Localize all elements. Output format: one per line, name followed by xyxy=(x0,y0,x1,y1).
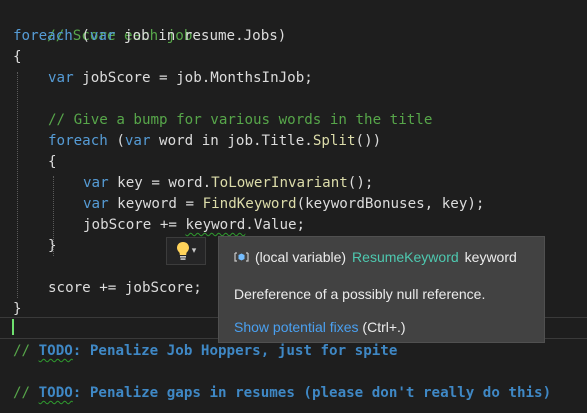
code-text: job in resume.Jobs) xyxy=(115,28,287,44)
code-text: score += jobScore; xyxy=(48,280,202,296)
code-line[interactable]: foreach (var word in job.Title.Split()) xyxy=(48,131,381,152)
symbol-info: (local variable) ResumeKeyword keyword xyxy=(234,249,517,265)
code-text: jobScore += xyxy=(83,217,186,233)
symbol-kind: (local variable) xyxy=(255,249,347,265)
symbol-name: keyword xyxy=(464,249,517,265)
diagnostic-message: Dereference of a possibly null reference… xyxy=(234,286,486,302)
todo-text: : Penalize Job Hoppers, just for spite xyxy=(72,343,398,359)
code-line[interactable]: jobScore += keyword.Value; xyxy=(83,215,305,236)
code-text: jobScore = job. xyxy=(73,70,211,86)
property-name: MonthsInJob xyxy=(210,70,305,86)
close-brace: } xyxy=(48,238,57,254)
punctuation: ()) xyxy=(355,133,382,149)
fix-shortcut: (Ctrl+.) xyxy=(362,319,406,335)
code-editor[interactable]: // Score each job foreach (var job in re… xyxy=(0,0,587,413)
code-line[interactable]: // TODO: Penalize gaps in resumes (pleas… xyxy=(13,383,551,404)
punctuation: ; xyxy=(304,70,313,86)
code-line[interactable]: } xyxy=(48,236,57,257)
code-line[interactable]: var keyword = FindKeyword(keywordBonuses… xyxy=(83,194,484,215)
code-line[interactable]: { xyxy=(13,47,22,68)
code-text: .Value; xyxy=(245,217,306,233)
code-line[interactable]: // Give a bump for various words in the … xyxy=(48,110,432,131)
todo-marker[interactable]: TODO xyxy=(39,385,73,401)
todo-marker[interactable]: TODO xyxy=(39,343,73,359)
code-line[interactable]: var jobScore = job.MonthsInJob; xyxy=(48,68,313,89)
symbol-type[interactable]: ResumeKeyword xyxy=(352,249,459,265)
punctuation: ( xyxy=(107,133,125,149)
quick-info-tooltip: (local variable) ResumeKeyword keyword D… xyxy=(218,236,545,343)
comment-slashes: // xyxy=(13,343,39,359)
punctuation: ( xyxy=(72,28,90,44)
comment: // Give a bump for various words in the … xyxy=(48,112,433,128)
chevron-down-icon: ▾ xyxy=(191,246,197,256)
keyword: var xyxy=(124,133,151,149)
keyword: var xyxy=(83,175,109,191)
keyword: foreach xyxy=(48,133,108,149)
code-line[interactable]: var key = word.ToLowerInvariant(); xyxy=(83,173,373,194)
method-name: Split xyxy=(312,133,356,149)
code-line[interactable]: // Score each job xyxy=(13,5,192,44)
quick-actions-button[interactable]: ▾ xyxy=(166,237,206,265)
keyword: var xyxy=(89,28,116,44)
todo-text: : Penalize gaps in resumes (please don't… xyxy=(72,385,552,401)
code-text: (keywordBonuses, key); xyxy=(296,196,485,212)
code-line[interactable]: score += jobScore; xyxy=(48,278,202,299)
keyword: foreach xyxy=(13,28,73,44)
lightbulb-icon xyxy=(176,242,189,260)
keyword: var xyxy=(48,70,74,86)
local-variable-icon xyxy=(234,252,249,262)
method-name: ToLowerInvariant xyxy=(211,175,348,191)
keyword: var xyxy=(83,196,109,212)
comment-slashes: // xyxy=(13,385,39,401)
code-text: key = word. xyxy=(108,175,212,191)
code-line[interactable]: } xyxy=(13,299,22,320)
fix-row: Show potential fixes (Ctrl+.) xyxy=(234,319,406,335)
code-text: word in job.Title. xyxy=(150,133,313,149)
indent-guide xyxy=(17,72,18,298)
text-caret xyxy=(12,319,14,335)
code-line[interactable]: { xyxy=(48,152,57,173)
warning-squiggle-keyword[interactable]: keyword xyxy=(186,217,246,233)
punctuation: (); xyxy=(347,175,374,191)
close-brace: } xyxy=(13,301,22,317)
show-potential-fixes-link[interactable]: Show potential fixes xyxy=(234,319,359,335)
code-text: keyword = xyxy=(108,196,203,212)
open-brace: { xyxy=(13,49,22,65)
method-name: FindKeyword xyxy=(202,196,297,212)
open-brace: { xyxy=(48,154,57,170)
code-line[interactable]: // TODO: Penalize Job Hoppers, just for … xyxy=(13,341,397,362)
code-line[interactable]: foreach (var job in resume.Jobs) xyxy=(13,26,286,47)
